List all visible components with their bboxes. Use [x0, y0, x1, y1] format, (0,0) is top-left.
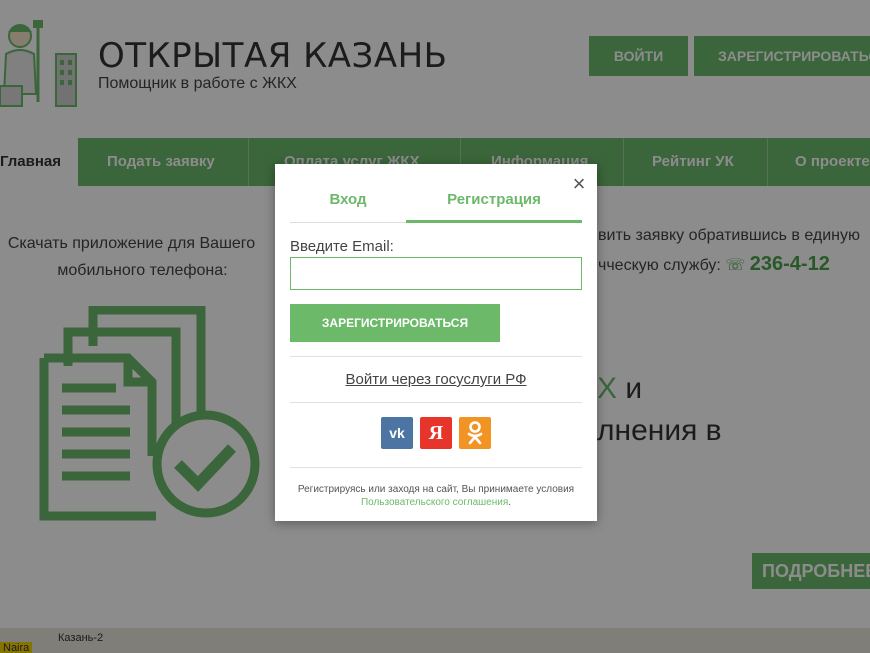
terms-text: Регистрируясь или заходя на сайт, Вы при… [290, 483, 582, 509]
email-label: Введите Email: [290, 238, 394, 255]
register-submit-button[interactable]: ЗАРЕГИСТРИРОВАТЬСЯ [290, 304, 500, 342]
tab-login[interactable]: Вход [290, 190, 406, 222]
tab-register[interactable]: Регистрация [406, 190, 582, 222]
odnoklassniki-icon [467, 421, 483, 445]
email-input[interactable] [290, 257, 582, 290]
terms-text-end: . [508, 497, 512, 508]
yandex-login-icon[interactable]: Я [420, 417, 452, 449]
divider [290, 356, 582, 357]
terms-link[interactable]: Пользовательского соглашения [361, 497, 508, 508]
divider [290, 402, 582, 403]
divider [290, 467, 582, 468]
odnoklassniki-login-icon[interactable] [459, 417, 491, 449]
gosuslugi-login-link[interactable]: Войти через госуслуги РФ [290, 371, 582, 388]
auth-modal: × Вход Регистрация Введите Email: ЗАРЕГИ… [275, 164, 597, 521]
active-tab-indicator [406, 220, 582, 223]
terms-text-main: Регистрируясь или заходя на сайт, Вы при… [297, 484, 575, 495]
vk-login-icon[interactable]: vk [381, 417, 413, 449]
